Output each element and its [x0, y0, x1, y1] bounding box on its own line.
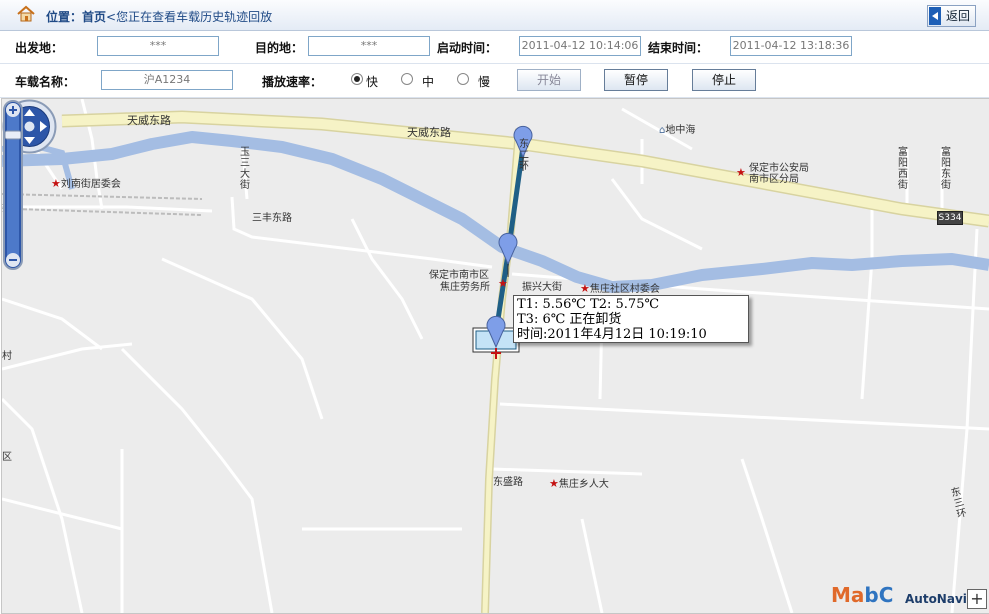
poi-dizhonghai[interactable]: ⌂地中海 [659, 121, 695, 136]
expand-map-button[interactable]: + [967, 589, 987, 609]
breadcrumb-separator: < [106, 10, 117, 24]
location-label: 位置： [46, 10, 83, 24]
poi-jiaozhuang-gov[interactable]: ★焦庄乡人大 [549, 475, 609, 490]
speed-fast-label: 快 [366, 75, 379, 89]
track-info-popup: T1: 5.56℃ T2: 5.75℃ T3: 6℃ 正在卸货 时间:2011年… [513, 295, 749, 343]
river [2, 131, 989, 293]
info-temperature-line: T1: 5.56℃ T2: 5.75℃ [517, 297, 660, 312]
home-icon[interactable] [17, 5, 35, 22]
speed-medium-label: 中 [422, 75, 435, 89]
destination-field[interactable]: *** [308, 36, 430, 56]
map-canvas[interactable]: 天威东路 天威东路 三丰东路 振兴大街 东盛路 玉三大街 富阳西街 富阳东街 东… [1, 98, 989, 614]
speed-fast-radio[interactable] [351, 73, 363, 85]
speed-slow-radio[interactable] [457, 73, 469, 85]
road-label-tianwei-e: 天威东路 [407, 126, 451, 139]
form-row-route: 出发地： *** 目的地： *** 启动时间： 2011-04-12 10:14… [0, 30, 989, 64]
poi-labor-star: ★ [498, 277, 508, 290]
road-label-fuyang-w: 富阳西街 [898, 147, 908, 191]
road-label-yusan: 玉三大街 [240, 147, 250, 191]
current-page-text: 您正在查看车载历史轨迹回放 [116, 10, 273, 24]
poi-edge-qu: 区 [2, 452, 12, 463]
start-place-field[interactable]: *** [97, 36, 219, 56]
road-label-sanfeng: 三丰东路 [252, 213, 292, 224]
end-time-label: 结束时间： [648, 41, 709, 55]
form-row-playback: 车载名称： 沪A1234 播放速率： 快 中 慢 开始 暂停 停止 [0, 64, 989, 98]
speed-medium-radio[interactable] [401, 73, 413, 85]
zoom-slider-handle [4, 130, 22, 140]
info-time-line: 时间:2011年4月12日 10:19:10 [517, 327, 707, 342]
start-place-label: 出发地： [15, 41, 64, 55]
zoom-control[interactable] [2, 99, 24, 271]
destination-label: 目的地： [255, 41, 304, 55]
mapabc-logo: MabC [831, 583, 894, 607]
speed-slow-label: 慢 [478, 75, 491, 89]
road-label-dongerhuan: 东二环 [519, 139, 529, 172]
play-speed-label: 播放速率： [262, 75, 323, 89]
back-arrow-icon [929, 7, 941, 25]
road-label-zhenxing: 振兴大街 [522, 282, 562, 293]
vehicle-name-field[interactable]: 沪A1234 [101, 70, 233, 90]
stop-button[interactable]: 停止 [692, 69, 756, 91]
road-label-fuyang-e: 富阳东街 [941, 147, 951, 191]
start-time-label: 启动时间： [437, 41, 498, 55]
breadcrumb-bar: 位置：首页<您正在查看车载历史轨迹回放 返回 [0, 0, 989, 31]
road-label-tianwei-w: 天威东路 [127, 114, 171, 127]
start-time-field[interactable]: 2011-04-12 10:14:06 [519, 36, 641, 56]
autonavi-logo: AutoNavi [905, 592, 967, 606]
vehicle-name-label: 车载名称： [15, 75, 76, 89]
poi-labor[interactable]: 保定市南市区 焦庄劳务所 [429, 270, 490, 294]
info-status-line: T3: 6℃ 正在卸货 [517, 312, 622, 327]
end-time-field[interactable]: 2011-04-12 13:18:36 [730, 36, 852, 56]
breadcrumb: 位置：首页<您正在查看车载历史轨迹回放 [46, 8, 272, 25]
poi-jiaozhuang-committee[interactable]: ★焦庄社区村委会 [580, 280, 660, 295]
start-button[interactable]: 开始 [517, 69, 581, 91]
poi-liunan[interactable]: ★刘南街居委会 [51, 175, 121, 190]
map-base [2, 99, 989, 613]
back-button[interactable]: 返回 [927, 5, 976, 27]
road-shield-s334: S334 [937, 211, 963, 225]
road-label-dongsheng: 东盛路 [493, 477, 523, 488]
back-button-label: 返回 [946, 9, 971, 23]
pause-button[interactable]: 暂停 [604, 69, 668, 91]
home-link[interactable]: 首页 [82, 10, 106, 24]
poi-edge-cun: 村 [2, 351, 12, 362]
